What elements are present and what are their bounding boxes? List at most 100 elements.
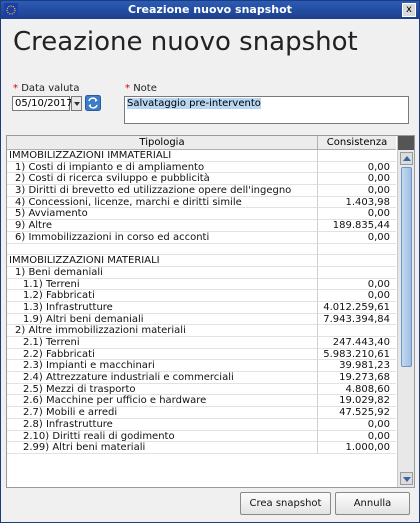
cell-consistenza: [318, 244, 396, 256]
cell-consistenza: [318, 255, 396, 267]
table-row[interactable]: 1.2) Fabbricati 0,00: [7, 290, 396, 302]
note-field[interactable]: Salvataggio pre-intervento: [124, 96, 409, 124]
cell-consistenza: 0,00: [318, 185, 396, 197]
window-title: Creazione nuovo snapshot: [128, 3, 292, 16]
cell-tipologia: IMMOBILIZZAZIONI IMMATERIALI: [7, 150, 318, 162]
cell-consistenza: 5.983.210,61: [318, 349, 396, 361]
cell-tipologia: 1) Costi di impianto e di ampliamento: [7, 161, 318, 174]
table-row[interactable]: 2.5) Mezzi di trasporto 4.808,60: [7, 383, 396, 396]
create-snapshot-button[interactable]: Crea snapshot: [240, 492, 331, 515]
table-row[interactable]: 1) Costi di impianto e di ampliamento 0,0…: [7, 161, 396, 174]
table-row[interactable]: 2.99) Altri beni materiali 1.000,00: [7, 442, 396, 454]
table-row[interactable]: 1.3) Infrastrutture 4.012.259,61: [7, 301, 396, 314]
table-row[interactable]: 2.4) Attrezzature industriali e commerci…: [7, 372, 396, 384]
cell-consistenza: 0,00: [318, 162, 396, 174]
table-row[interactable]: 2.6) Macchine per ufficio e hardware 19.0…: [7, 395, 396, 408]
table-row[interactable]: 2) Costi di ricerca sviluppo e pubblicit…: [7, 173, 396, 186]
cell-tipologia: 2.99) Altri beni materiali: [7, 442, 318, 454]
refresh-icon[interactable]: [85, 95, 101, 111]
close-icon[interactable]: x: [402, 3, 416, 17]
table-row[interactable]: 1.9) Altri beni demaniali 7.943.394,84: [7, 313, 396, 326]
cell-consistenza: 1.000,00: [318, 442, 396, 454]
cell-tipologia: 2.4) Attrezzature industriali e commerci…: [7, 372, 318, 384]
cell-tipologia: 2) Costi di ricerca sviluppo e pubblicit…: [7, 173, 318, 186]
date-field[interactable]: 05/10/2017: [12, 96, 73, 111]
cell-consistenza: 0,00: [318, 208, 396, 221]
cell-tipologia: 1.1) Terreni: [7, 278, 318, 291]
table-row[interactable]: IMMOBILIZZAZIONI IMMATERIALI: [7, 150, 396, 162]
table-row[interactable]: 2) Altre immobilizzazioni materiali: [7, 325, 396, 337]
note-label-text: Note: [133, 83, 157, 94]
table-body: IMMOBILIZZAZIONI IMMATERIALI 1) Costi di …: [7, 150, 396, 454]
date-label: * Data valuta: [13, 83, 79, 94]
cell-tipologia: 2.6) Macchine per ufficio e hardware: [7, 395, 318, 408]
cell-tipologia: 2) Altre immobilizzazioni materiali: [7, 325, 318, 337]
cell-consistenza: 39.981,23: [318, 360, 396, 373]
cell-consistenza: 189.835,44: [318, 220, 396, 232]
table-row[interactable]: 2.2) Fabbricati 5.983.210,61: [7, 348, 396, 361]
table-row[interactable]: 4) Concessioni, licenze, marchi e diritt…: [7, 196, 396, 209]
scrollbar-header-corner: [398, 136, 414, 150]
table-row[interactable]: 2.3) Impianti e macchinari 39.981,23: [7, 360, 396, 373]
cell-tipologia: 6) Immobilizzazioni in corso ed acconti: [7, 231, 318, 244]
table-row[interactable]: 1) Beni demaniali: [7, 266, 396, 279]
cell-tipologia: 1) Beni demaniali: [7, 266, 318, 279]
table-row[interactable]: 2.10) Diritti reali di godimento 0,00: [7, 430, 396, 443]
date-label-text: Data valuta: [21, 83, 80, 94]
note-label: * Note: [125, 83, 157, 94]
cell-consistenza: 19.029,82: [318, 395, 396, 408]
table-row[interactable]: 2.1) Terreni 247.443,40: [7, 337, 396, 349]
scroll-thumb[interactable]: [401, 167, 412, 367]
table-row[interactable]: 9) Altre 189.835,44: [7, 220, 396, 232]
cell-tipologia: IMMOBILIZZAZIONI MATERIALI: [7, 255, 318, 267]
cell-consistenza: 0,00: [318, 279, 396, 291]
page-title: Creazione nuovo snapshot: [13, 27, 358, 57]
cell-tipologia: 3) Diritti di brevetto ed utilizzazione …: [7, 185, 318, 197]
cell-tipologia: 9) Altre: [7, 220, 318, 232]
table-row[interactable]: 3) Diritti di brevetto ed utilizzazione …: [7, 185, 396, 197]
cell-tipologia: 2.7) Mobili e arredi: [7, 407, 318, 419]
cell-consistenza: 0,00: [318, 173, 396, 186]
cell-consistenza: 0,00: [318, 232, 396, 244]
cell-consistenza: [318, 267, 396, 279]
table-row[interactable]: 2.8) Infrastrutture 0,00: [7, 418, 396, 431]
table-header: Tipologia Consistenza: [7, 136, 396, 150]
note-text: Salvataggio pre-intervento: [127, 98, 261, 109]
cell-tipologia: 2.10) Diritti reali di godimento: [7, 430, 318, 443]
table-row[interactable]: 6) Immobilizzazioni in corso ed acconti 0…: [7, 231, 396, 244]
cell-consistenza: 0,00: [318, 290, 396, 302]
cell-tipologia: 1.2) Fabbricati: [7, 290, 318, 302]
cell-tipologia: 1.9) Altri beni demaniali: [7, 313, 318, 326]
cell-consistenza: 4.808,60: [318, 384, 396, 396]
cell-consistenza: 4.012.259,61: [318, 302, 396, 314]
dropdown-arrow-icon[interactable]: [71, 96, 82, 111]
cell-consistenza: [318, 150, 396, 162]
column-header-tipologia[interactable]: Tipologia: [7, 136, 318, 150]
dialog-window: Creazione nuovo snapshot x Creazione nuo…: [0, 0, 420, 523]
cell-tipologia: 4) Concessioni, licenze, marchi e diritt…: [7, 196, 318, 209]
cell-tipologia: [7, 243, 318, 256]
cell-tipologia: 2.5) Mezzi di trasporto: [7, 383, 318, 396]
table-row[interactable]: 2.7) Mobili e arredi 47.525,92: [7, 407, 396, 419]
cell-consistenza: 0,00: [318, 431, 396, 443]
table-row[interactable]: [7, 243, 396, 256]
date-required-mark: *: [13, 83, 18, 94]
table-row[interactable]: 5) Avviamento 0,00: [7, 208, 396, 221]
table-row[interactable]: 1.1) Terreni 0,00: [7, 278, 396, 291]
scroll-up-icon[interactable]: [400, 152, 413, 165]
table-row[interactable]: IMMOBILIZZAZIONI MATERIALI: [7, 255, 396, 267]
cell-tipologia: 5) Avviamento: [7, 208, 318, 221]
cell-consistenza: 19.273,68: [318, 372, 396, 384]
cell-tipologia: 2.8) Infrastrutture: [7, 418, 318, 431]
title-bar[interactable]: Creazione nuovo snapshot x: [1, 1, 419, 19]
vertical-scrollbar[interactable]: [397, 136, 414, 487]
scroll-down-icon[interactable]: [400, 472, 413, 485]
cancel-button[interactable]: Annulla: [335, 492, 410, 515]
column-header-consistenza[interactable]: Consistenza: [318, 136, 396, 150]
cell-consistenza: 47.525,92: [318, 407, 396, 419]
cell-consistenza: [318, 325, 396, 337]
cell-consistenza: 1.403,98: [318, 197, 396, 209]
assets-table: Tipologia Consistenza IMMOBILIZZAZIONI I…: [6, 135, 415, 488]
cell-tipologia: 2.1) Terreni: [7, 337, 318, 349]
cell-consistenza: 0,00: [318, 419, 396, 431]
